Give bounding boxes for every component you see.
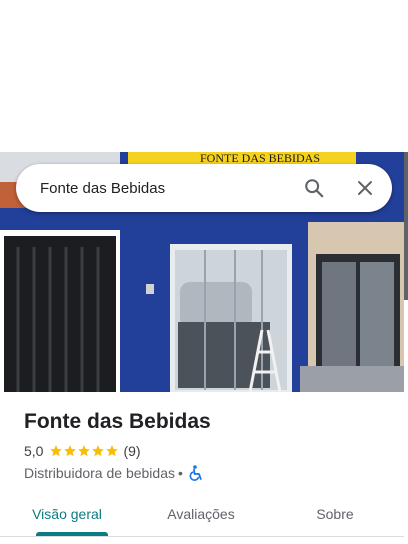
tab-divider (0, 536, 404, 537)
place-info: Fonte das Bebidas 5,0 (9) Distribuidora … (24, 408, 394, 482)
tab-about[interactable]: Sobre (268, 496, 402, 536)
search-icon (305, 179, 324, 198)
star-icon (64, 445, 77, 457)
close-icon (358, 181, 372, 195)
place-title: Fonte das Bebidas (24, 410, 211, 433)
rating-value: 5,0 (24, 443, 44, 459)
tab-bar: Visão geral Avaliações Sobre (0, 496, 404, 536)
rating-row[interactable]: 5,0 (9) (24, 442, 394, 460)
category-label: Distribuidora de bebidas (24, 465, 175, 481)
tab-reviews[interactable]: Avaliações (134, 496, 268, 536)
star-icon (78, 445, 91, 457)
search-bar (16, 164, 392, 212)
tab-overview[interactable]: Visão geral (0, 496, 134, 536)
search-button[interactable] (302, 176, 326, 200)
clear-search-button[interactable] (353, 176, 377, 200)
review-count[interactable]: (9) (123, 443, 140, 459)
star-icon (106, 445, 119, 457)
wheelchair-icon (189, 465, 202, 481)
star-rating (49, 444, 119, 458)
separator: • (177, 465, 183, 481)
category-row: Distribuidora de bebidas • (24, 464, 394, 482)
star-icon (50, 445, 63, 457)
star-icon (92, 445, 105, 457)
search-input[interactable] (40, 173, 290, 203)
scrollbar[interactable] (404, 152, 408, 300)
